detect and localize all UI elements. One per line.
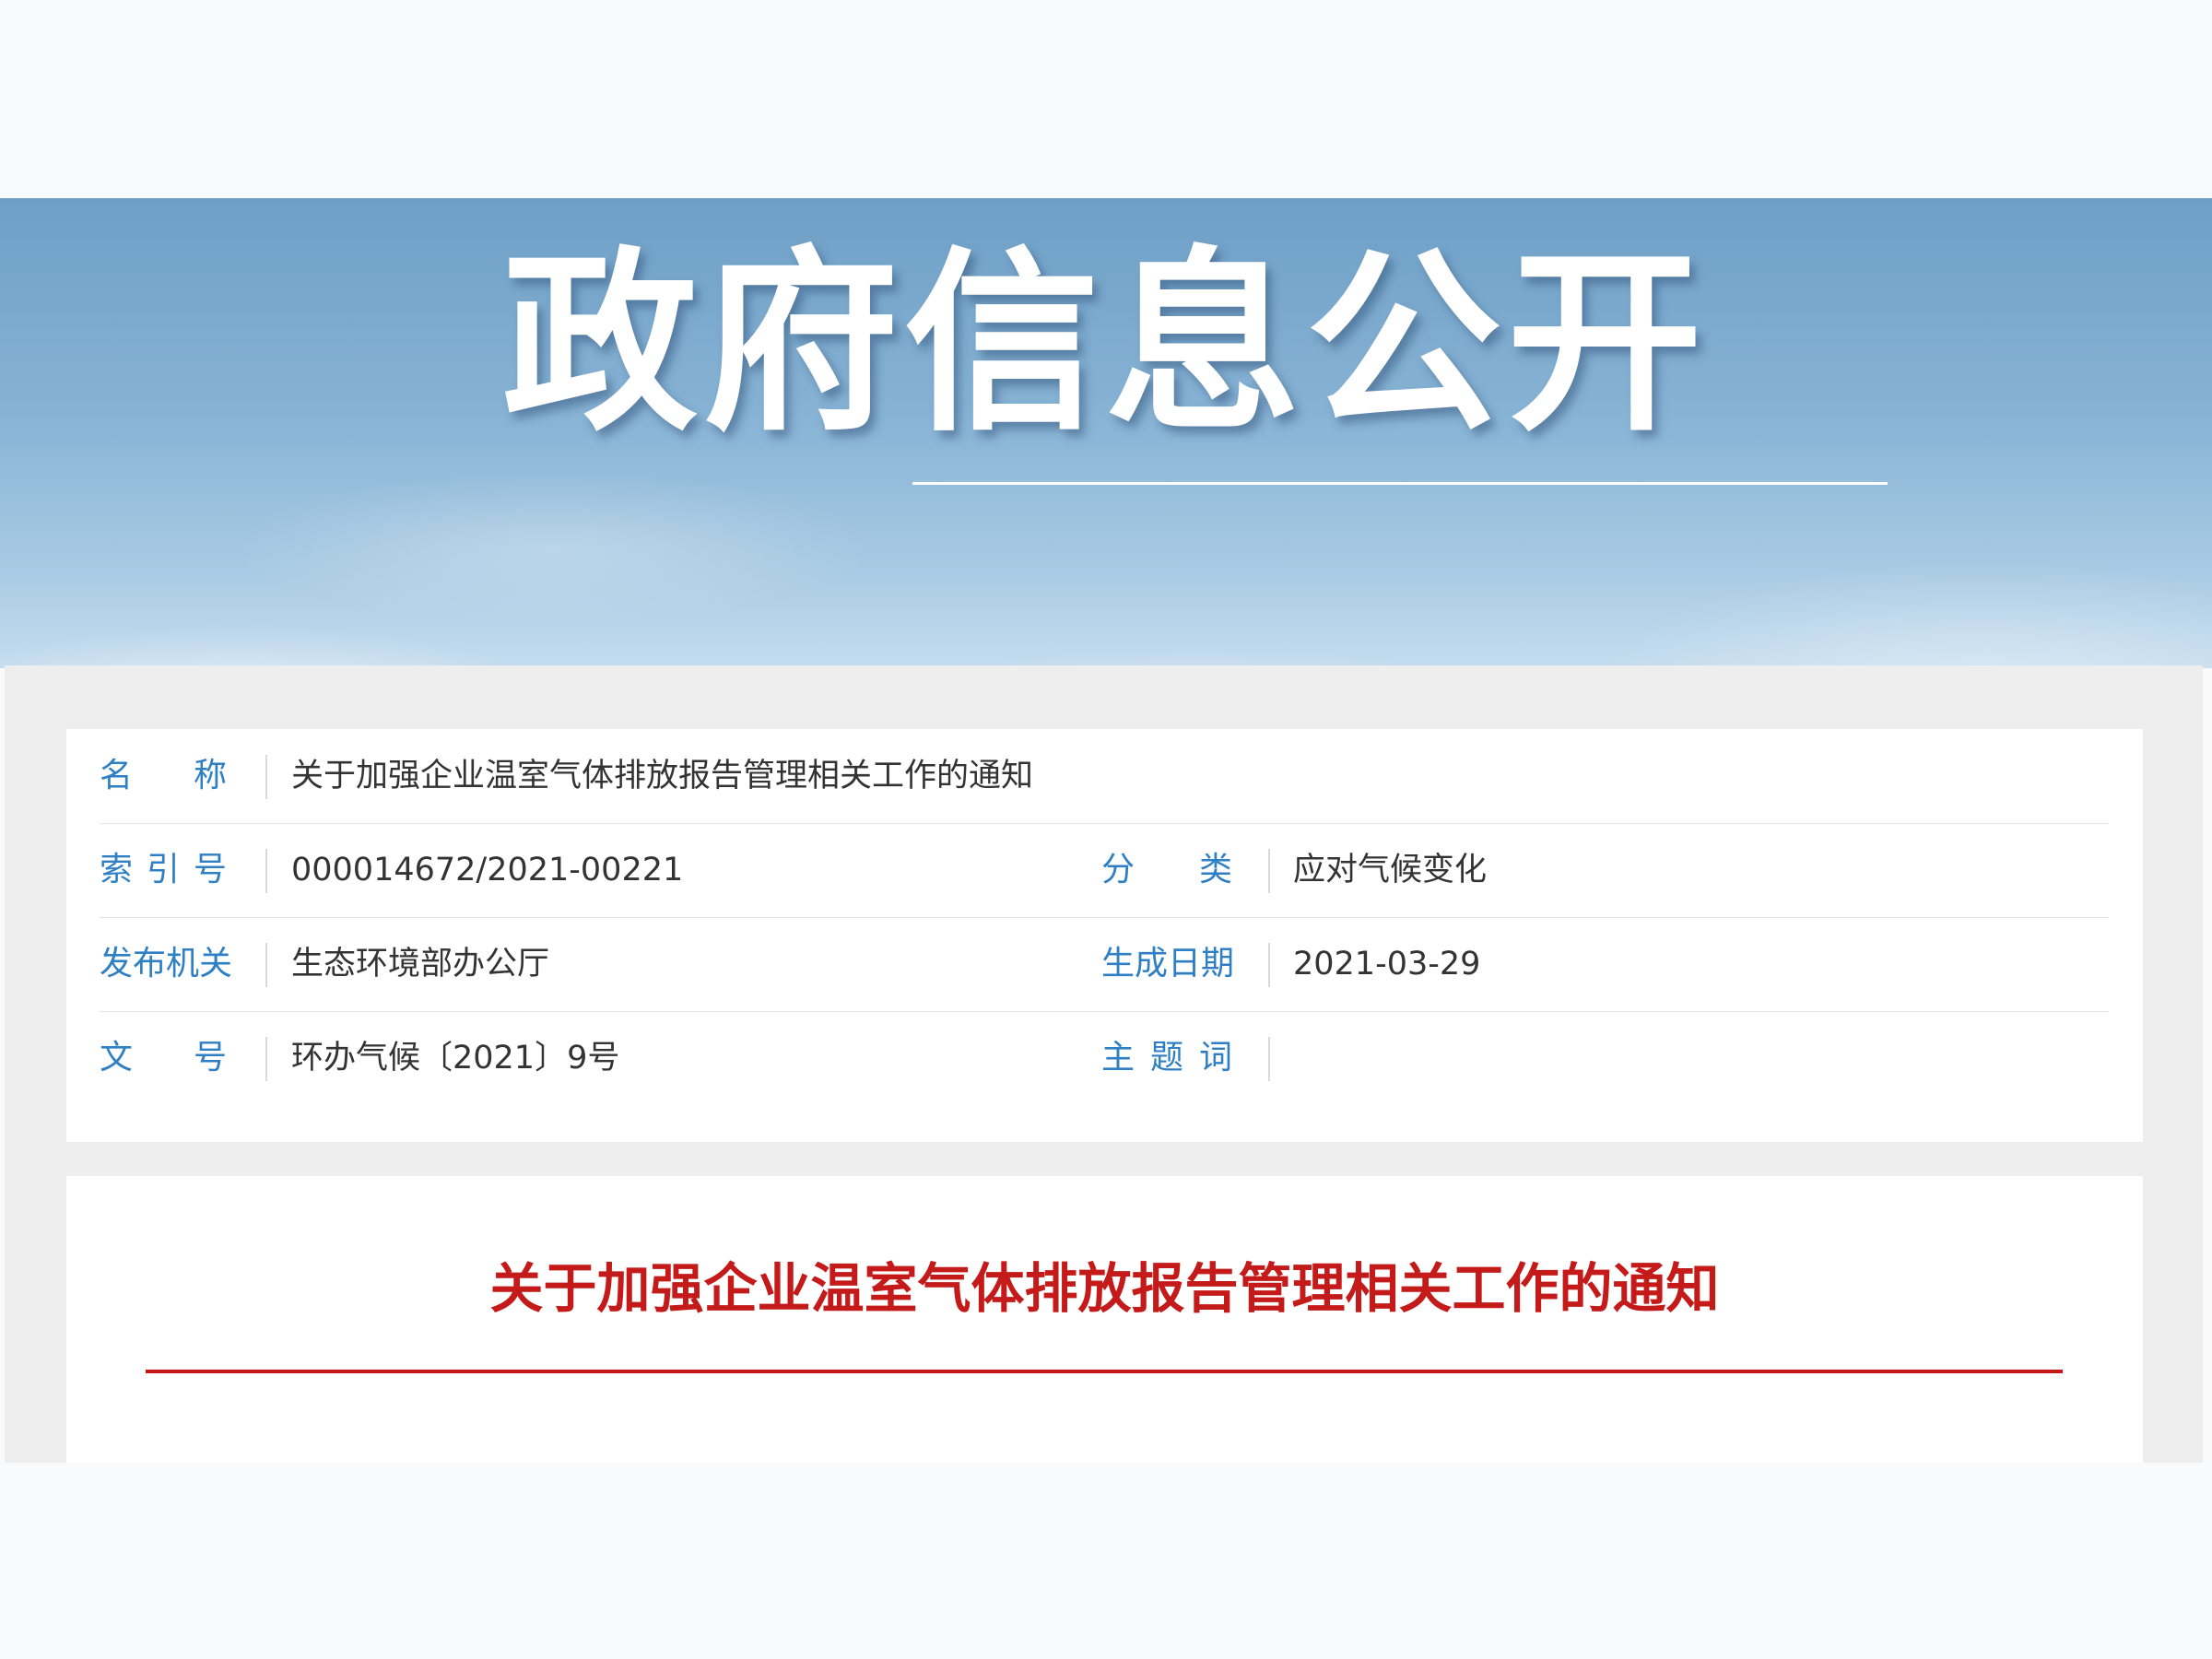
row-divider [265, 849, 267, 893]
date-label: 生成日期 [1101, 945, 1235, 982]
row-divider [1268, 943, 1270, 987]
name-label: 名称 [100, 757, 227, 794]
row-divider [265, 755, 267, 799]
publisher-label: 发布机关 [100, 945, 233, 982]
row-divider [265, 1037, 267, 1081]
metadata-row-name: 名称 关于加强企业温室气体排放报告管理相关工作的通知 [100, 729, 2109, 824]
metadata-row-publisher: 发布机关 生态环境部办公厅 生成日期 2021-03-29 [100, 917, 2109, 1012]
doc-number-label: 文号 [100, 1039, 227, 1077]
keywords-label: 主题词 [1101, 1039, 1232, 1077]
index-value: 000014672/2021-00221 [291, 852, 684, 888]
document-title: 关于加强企业温室气体排放报告管理相关工作的通知 [489, 1257, 1720, 1320]
name-value: 关于加强企业温室气体排放报告管理相关工作的通知 [291, 758, 1034, 794]
publisher-value: 生态环境部办公厅 [291, 946, 550, 982]
metadata-row-index: 索引号 000014672/2021-00221 分类 应对气候变化 [100, 823, 2109, 918]
category-label: 分类 [1101, 851, 1232, 888]
metadata-panel: 名称 关于加强企业温室气体排放报告管理相关工作的通知 索引号 000014672… [66, 729, 2143, 1142]
metadata-row-doc-number: 文号 环办气候〔2021〕9号 主题词 [100, 1011, 2109, 1105]
banner-title: 政府信息公开 [502, 229, 1708, 457]
document-panel: 关于加强企业温室气体排放报告管理相关工作的通知 [66, 1176, 2143, 1463]
category-value: 应对气候变化 [1293, 852, 1488, 888]
row-divider [1268, 1037, 1270, 1081]
date-value: 2021-03-29 [1293, 946, 1481, 982]
index-label: 索引号 [100, 851, 227, 888]
banner-divider [912, 482, 1888, 485]
row-divider [1268, 849, 1270, 893]
title-underline [146, 1370, 2063, 1373]
banner: 政府信息公开 [0, 198, 2212, 668]
doc-number-value: 环办气候〔2021〕9号 [291, 1040, 620, 1077]
row-divider [265, 943, 267, 987]
